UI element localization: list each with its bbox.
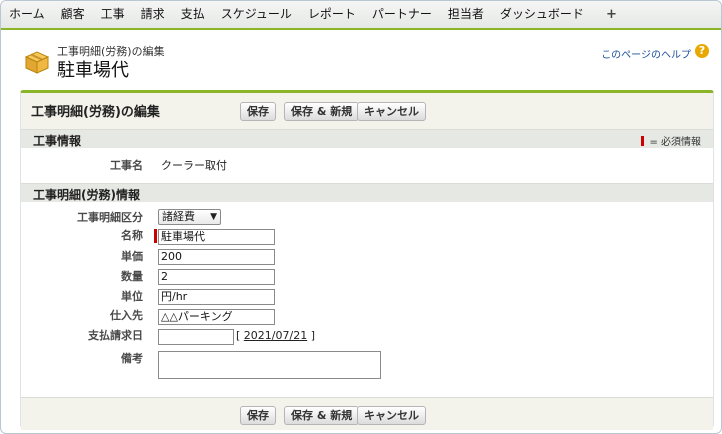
tab-reports[interactable]: レポート [300,1,364,28]
quantity-label: 数量 [121,270,143,283]
today-date-link[interactable]: 2021/07/21 [244,329,307,342]
cancel-button[interactable]: キャンセル [357,102,426,121]
job-name-value: クーラー取付 [161,159,227,172]
unit-field[interactable]: 円/hr [158,289,275,305]
pay-date-label: 支払請求日 [88,329,143,342]
required-legend: = 必須情報 [641,133,701,148]
notes-label: 備考 [121,352,143,365]
cancel-button-bottom[interactable]: キャンセル [357,406,426,425]
help-icon[interactable]: ? [695,44,709,58]
app-window: ホーム 顧客 工事 請求 支払 スケジュール レポート パートナー 担当者 ダッ… [0,0,722,434]
name-label: 名称 [121,229,143,242]
save-new-button-bottom[interactable]: 保存 & 新規 [284,406,360,425]
panel-footer: 保存 保存 & 新規 キャンセル [21,397,713,430]
supplier-label: 仕入先 [110,309,143,322]
tab-payments[interactable]: 支払 [173,1,213,28]
section-title: 工事明細(労務)情報 [33,188,140,202]
save-button[interactable]: 保存 [240,102,276,121]
detail-section-header: 工事明細(労務)情報 [21,183,713,202]
category-label: 工事明細区分 [77,211,143,224]
job-info-body: 工事名 クーラー取付 [21,148,713,183]
notes-textarea[interactable] [158,351,381,379]
unit-price-field[interactable]: 200 [158,249,275,265]
detail-body: 工事明細区分 諸経費 ▼ 名称 駐車場代 単価 200 数量 2 単位 円/hr… [21,202,713,397]
tab-home[interactable]: ホーム [1,1,53,28]
pay-date-field[interactable] [158,329,234,345]
tab-invoices[interactable]: 請求 [133,1,173,28]
name-field[interactable]: 駐車場代 [158,229,275,245]
tab-customers[interactable]: 顧客 [53,1,93,28]
save-button-bottom[interactable]: 保存 [240,406,276,425]
tab-staff[interactable]: 担当者 [440,1,492,28]
job-name-label: 工事名 [110,159,143,172]
bracket-close: ] [310,329,315,342]
panel-header: 工事明細(労務)の編集 保存 保存 & 新規 キャンセル [21,93,713,129]
quantity-field[interactable]: 2 [158,269,275,285]
save-new-button[interactable]: 保存 & 新規 [284,102,360,121]
pay-date-today: [ 2021/07/21 ] [236,329,315,342]
bracket-open: [ [236,329,241,342]
required-marker-icon [154,229,157,243]
required-legend-text: = 必須情報 [649,137,701,148]
unit-price-label: 単価 [121,250,143,263]
tab-jobs[interactable]: 工事 [93,1,133,28]
panel-title: 工事明細(労務)の編集 [31,105,160,120]
unit-label: 単位 [121,290,143,303]
chevron-down-icon: ▼ [210,212,217,222]
box-icon [24,51,50,74]
required-marker-icon [641,136,645,146]
edit-form-panel: 工事明細(労務)の編集 保存 保存 & 新規 キャンセル 工事情報 = 必須情報… [20,90,714,430]
tab-dashboard[interactable]: ダッシュボード [492,1,592,28]
page-title: 駐車場代 [57,60,129,81]
tab-schedule[interactable]: スケジュール [213,1,300,28]
job-info-section-header: 工事情報 = 必須情報 [21,129,713,148]
help-link[interactable]: このページのヘルプ [601,46,691,61]
section-title: 工事情報 [33,134,82,148]
supplier-field[interactable]: △△パーキング [158,309,275,325]
category-select[interactable]: 諸経費 ▼ [158,209,221,225]
tab-partners[interactable]: パートナー [364,1,440,28]
category-select-value: 諸経費 [162,210,195,223]
add-tab-icon[interactable]: + [592,1,625,28]
tab-bar: ホーム 顧客 工事 請求 支払 スケジュール レポート パートナー 担当者 ダッ… [1,1,721,30]
